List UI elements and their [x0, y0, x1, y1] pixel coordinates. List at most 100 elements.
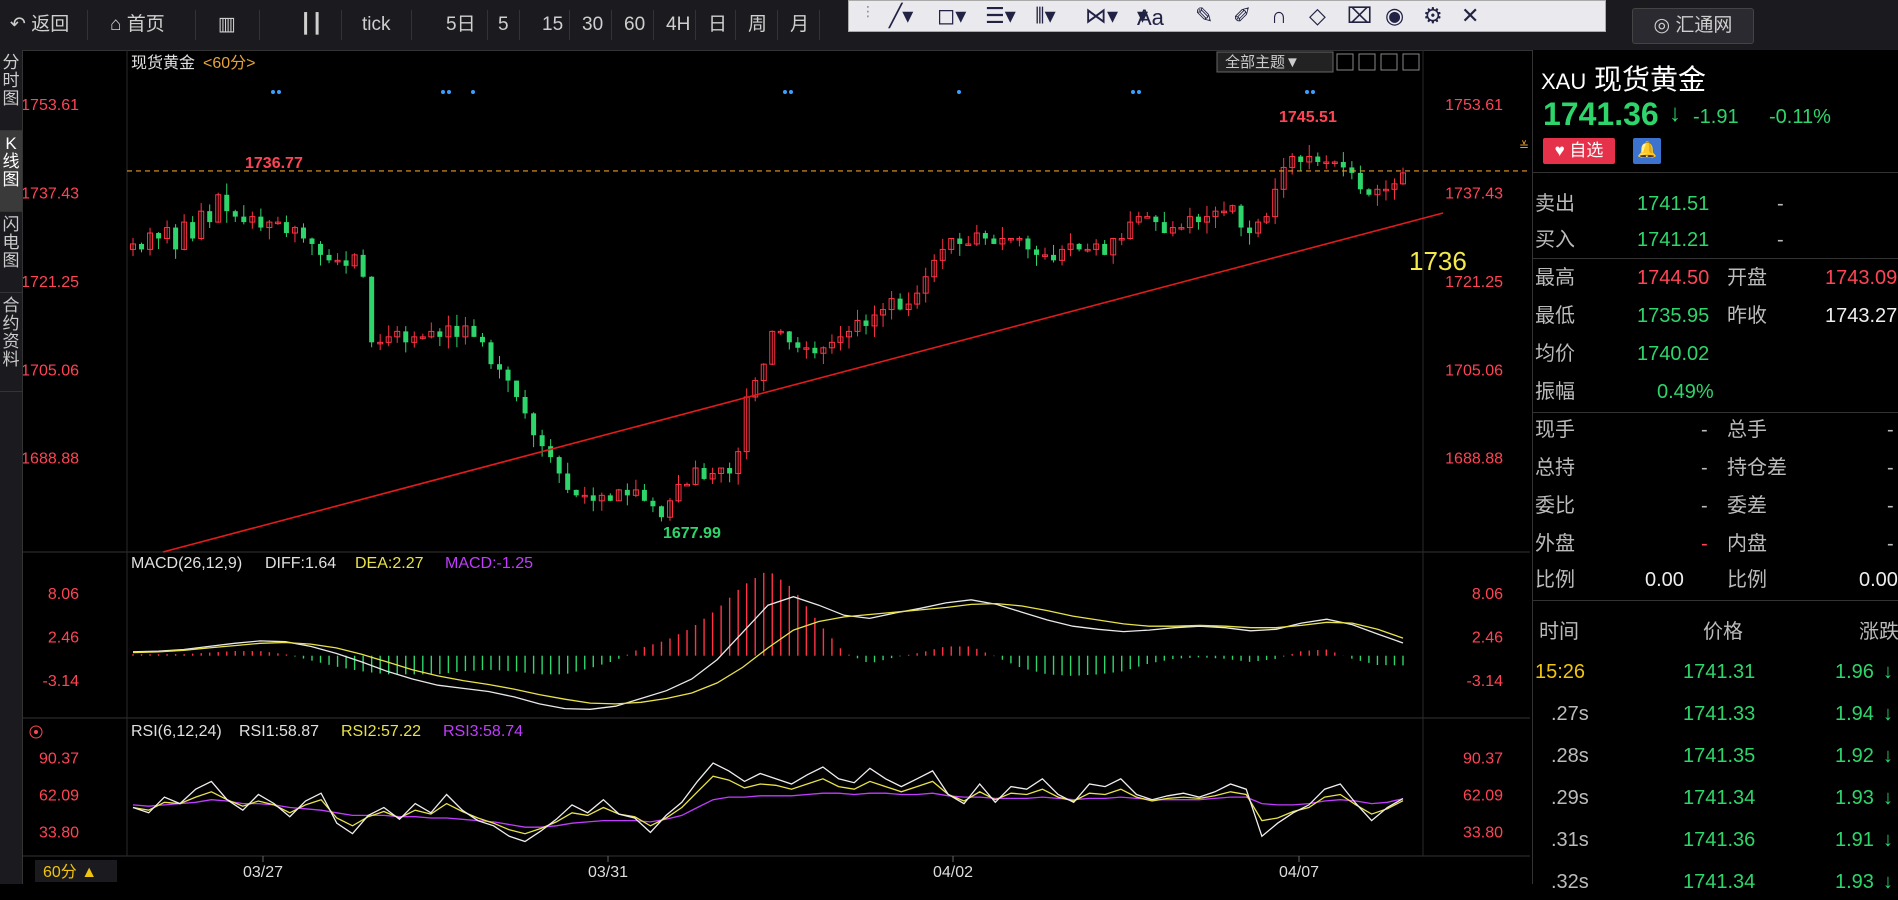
- eye-icon[interactable]: ◉: [1385, 3, 1404, 29]
- candle-body: [684, 483, 691, 487]
- period-5-button[interactable]: 5: [494, 10, 520, 40]
- huitong-button[interactable]: ◎ 汇通网: [1632, 8, 1754, 44]
- drag-handle-icon[interactable]: ⋮: [861, 3, 875, 20]
- macd-dea: DEA:2.27: [355, 555, 424, 572]
- rsi-layer: [132, 762, 1404, 843]
- ask-row: 卖出 1741.51 -: [1533, 186, 1898, 222]
- pen-icon[interactable]: ✐: [1233, 3, 1251, 29]
- home-button[interactable]: ⌂ 首页: [100, 10, 196, 40]
- candle-body: [897, 298, 903, 310]
- y-tick-right: 1753.61: [1445, 97, 1503, 114]
- divider: [1533, 600, 1898, 601]
- tick-button[interactable]: tick: [352, 10, 412, 40]
- event-dot[interactable]: [471, 90, 475, 94]
- tab-flash[interactable]: 闪电图: [0, 212, 22, 293]
- event-dot[interactable]: [783, 90, 787, 94]
- event-dot[interactable]: [1131, 90, 1135, 94]
- period-day-button[interactable]: 日: [702, 10, 736, 40]
- tick-change: 1.96: [1835, 661, 1874, 683]
- period-week-button[interactable]: 周: [742, 10, 778, 40]
- line-tool-icon[interactable]: ╱▾: [889, 3, 913, 29]
- chart-area[interactable]: 现货黄金 <60分> 全部主题▼ 1753.61 1753.61 1737.43 17…: [23, 50, 1530, 884]
- candle-chart-button[interactable]: ┃┃: [290, 10, 342, 40]
- wb-row: 委比 - 委差 -: [1535, 495, 1894, 517]
- candle-body: [1153, 216, 1159, 223]
- theme-button[interactable]: 全部主题▼: [1225, 53, 1300, 71]
- fib-tool-icon[interactable]: ☰▾: [985, 3, 1016, 29]
- rsi-y-tick-left: 62.09: [39, 787, 79, 804]
- crosshair-icon[interactable]: [1336, 53, 1354, 71]
- rsi-y-tick-right: 33.80: [1463, 824, 1503, 841]
- macd-label: MACD(26,12,9): [131, 555, 242, 572]
- event-dot[interactable]: [441, 90, 445, 94]
- tick-price: 1741.36: [1683, 829, 1756, 851]
- event-dot[interactable]: [957, 90, 961, 94]
- candle-body: [701, 468, 707, 479]
- chart-canvas[interactable]: 现货黄金 <60分> 全部主题▼ 1753.61 1753.611737.43 17…: [23, 50, 1530, 884]
- candle-body: [514, 380, 520, 397]
- candle-body: [573, 489, 579, 496]
- left-tab-bar: 分时图 K线图 闪电图 合约资料: [0, 50, 23, 884]
- bell-icon[interactable]: 🔔: [1633, 138, 1661, 164]
- event-dot[interactable]: [447, 90, 451, 94]
- tick-time: .32s: [1551, 871, 1589, 893]
- down-arrow-icon: ↓: [1883, 745, 1893, 767]
- gear-icon[interactable]: ⚙: [1423, 3, 1443, 29]
- event-dot[interactable]: [1311, 90, 1315, 94]
- trash-icon[interactable]: ⌧: [1347, 3, 1372, 29]
- tab-contract-info[interactable]: 合约资料: [0, 293, 22, 392]
- tab-kline[interactable]: K线图: [0, 131, 22, 212]
- channel-tool-icon[interactable]: ⦀▾: [1035, 3, 1056, 29]
- event-dot[interactable]: [789, 90, 793, 94]
- period-selector-button[interactable]: 60分 ▲: [43, 863, 97, 881]
- candle-body: [1315, 156, 1321, 162]
- rsi-y-tick-left: 90.37: [39, 750, 79, 767]
- annotation-price-label[interactable]: 1736: [1409, 246, 1467, 276]
- event-dot[interactable]: [1305, 90, 1309, 94]
- close-icon[interactable]: ✕: [1461, 3, 1479, 29]
- candle-body: [522, 396, 528, 414]
- period-4h-button[interactable]: 4H: [660, 10, 696, 40]
- event-dot[interactable]: [271, 90, 275, 94]
- period-30-button[interactable]: 30: [576, 10, 612, 40]
- pattern-tool-icon[interactable]: ⋈▾: [1085, 3, 1118, 29]
- candle-body: [565, 473, 571, 490]
- back-arrow-icon: ↶: [10, 14, 26, 35]
- 5day-button[interactable]: 5日: [436, 10, 488, 40]
- shape-tool-icon[interactable]: ◻▾: [937, 3, 966, 29]
- play-icon[interactable]: [1380, 53, 1398, 71]
- eraser-icon[interactable]: ◇: [1309, 3, 1326, 29]
- candle-body: [1247, 227, 1253, 234]
- period-60-button[interactable]: 60: [618, 10, 654, 40]
- bar-chart-button[interactable]: ▥: [208, 10, 260, 40]
- candle-body: [1340, 161, 1346, 168]
- fullscreen-icon[interactable]: [1402, 53, 1420, 71]
- candle-body: [505, 369, 511, 381]
- candle-body: [658, 506, 664, 518]
- y-tick-left: 1737.43: [23, 185, 79, 202]
- candle-body: [812, 347, 818, 354]
- tick-change: 1.93: [1835, 787, 1874, 809]
- macd-diff: DIFF:1.64: [265, 555, 336, 572]
- candle-body: [1349, 167, 1355, 173]
- tab-timeshare[interactable]: 分时图: [0, 50, 22, 131]
- add-watchlist-button[interactable]: ♥ 自选: [1543, 138, 1615, 164]
- theme-controls: 全部主题▼: [1216, 51, 1420, 73]
- candle-body: [224, 194, 230, 212]
- candle-body: [1144, 216, 1151, 219]
- x-tick-label: 04/07: [1279, 864, 1319, 881]
- candle-body: [232, 211, 238, 217]
- magnet-icon[interactable]: ∩: [1271, 3, 1287, 29]
- candle-body: [556, 457, 562, 474]
- ruler-icon[interactable]: ✎: [1195, 3, 1213, 29]
- text-tool-icon[interactable]: Aa ▾: [1137, 3, 1164, 30]
- rsi1-value: RSI1:58.87: [239, 723, 319, 740]
- event-dot[interactable]: [1137, 90, 1141, 94]
- tick-change: 1.91: [1835, 829, 1874, 851]
- price-marker-icon: ≚: [1519, 139, 1529, 153]
- period-15-button[interactable]: 15: [536, 10, 570, 40]
- period-month-button[interactable]: 月: [784, 10, 820, 40]
- event-dot[interactable]: [277, 90, 281, 94]
- zoom-in-icon[interactable]: [1358, 53, 1376, 71]
- back-button[interactable]: ↶ 返回: [0, 10, 88, 40]
